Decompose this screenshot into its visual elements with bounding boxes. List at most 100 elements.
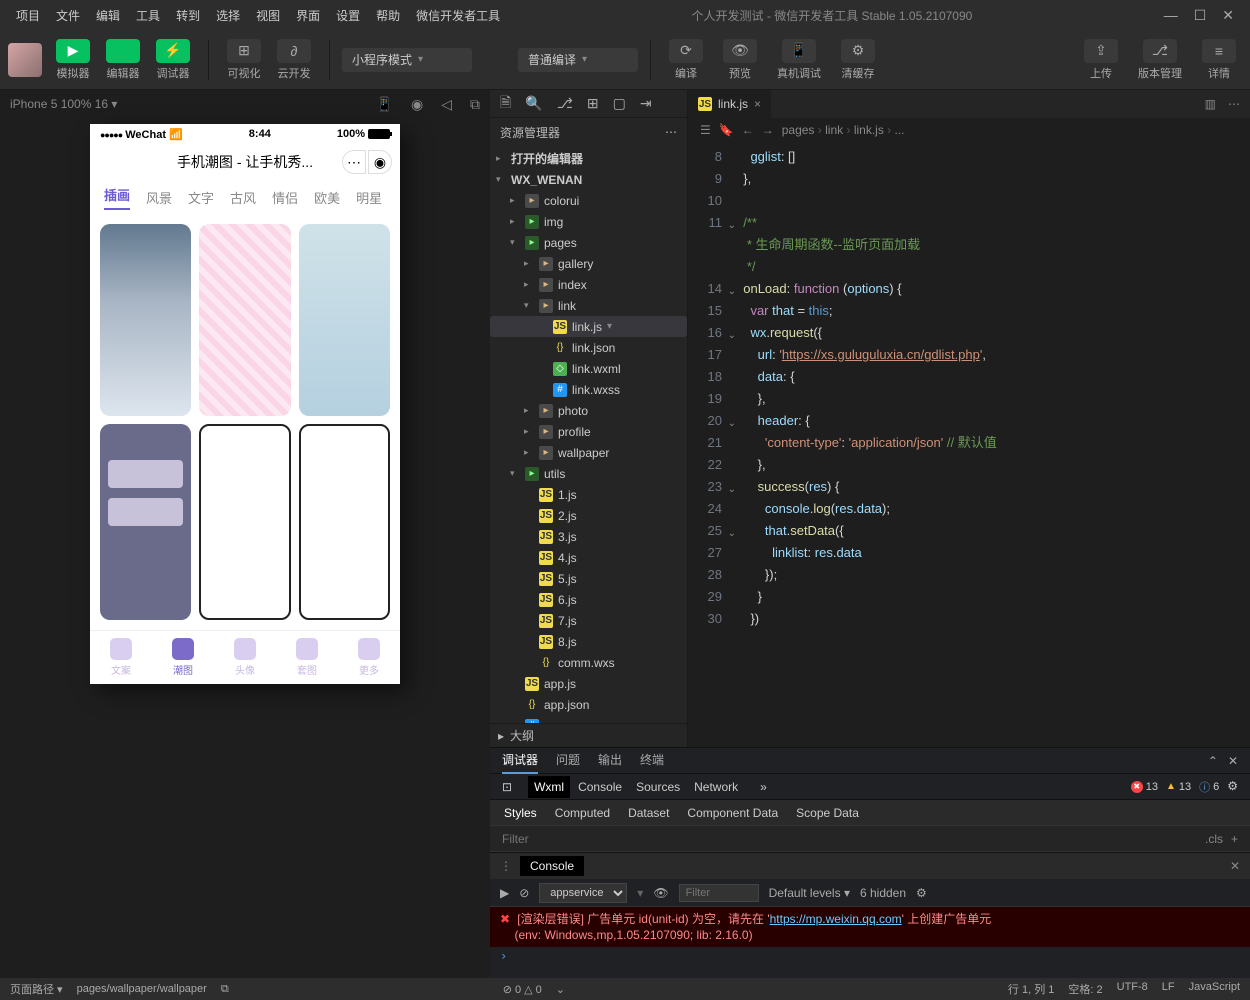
tree-node[interactable]: JSlink.js xyxy=(490,316,687,337)
tree-node[interactable]: #app.wxss xyxy=(490,715,687,723)
tree-node[interactable]: JSapp.js xyxy=(490,673,687,694)
status-item[interactable]: UTF-8 xyxy=(1117,981,1148,997)
error-link[interactable]: https://mp.weixin.qq.com xyxy=(770,912,902,926)
tree-node[interactable]: #link.wxss xyxy=(490,379,687,400)
inspector-tab[interactable]: Sources xyxy=(630,776,686,798)
tree-node[interactable]: {}app.json xyxy=(490,694,687,715)
files-icon[interactable]: 🗎 xyxy=(500,92,511,116)
toolbar-button[interactable]: 编辑器 xyxy=(100,37,146,83)
minimize-button[interactable]: — xyxy=(1164,7,1178,24)
close-panel-icon[interactable]: ✕ xyxy=(1228,754,1238,768)
tree-node[interactable]: ▸▸photo xyxy=(490,400,687,421)
tree-node[interactable]: JS6.js xyxy=(490,589,687,610)
collapse-icon[interactable]: ⌃ xyxy=(1208,754,1218,768)
wallpaper-tile[interactable] xyxy=(299,424,390,620)
devtools-tab[interactable]: 输出 xyxy=(598,747,622,774)
category-tab[interactable]: 插画 xyxy=(104,185,130,210)
styles-filter-input[interactable] xyxy=(502,832,1197,846)
devtools-tab[interactable]: 终端 xyxy=(640,747,664,774)
warn-badge[interactable]: 13 xyxy=(1166,779,1191,795)
wallpaper-tile[interactable] xyxy=(100,224,191,416)
tree-node[interactable]: JS3.js xyxy=(490,526,687,547)
menu-item[interactable]: 微信开发者工具 xyxy=(408,3,508,28)
context-select[interactable]: appservice xyxy=(539,883,627,903)
page-path[interactable]: pages/wallpaper/wallpaper xyxy=(77,983,207,995)
styles-tab[interactable]: Component Data xyxy=(687,806,778,820)
crumb-list-icon[interactable]: ☰ xyxy=(700,123,711,137)
close-tab-icon[interactable]: × xyxy=(754,97,761,111)
category-tab[interactable]: 情侣 xyxy=(272,188,298,207)
console-prompt[interactable]: › xyxy=(490,947,1250,965)
menu-item[interactable]: 界面 xyxy=(288,3,328,28)
status-item[interactable]: LF xyxy=(1162,981,1175,997)
more-tabs-icon[interactable]: » xyxy=(760,780,767,794)
device-icon[interactable]: 📱 xyxy=(376,96,393,113)
cls-toggle[interactable]: .cls xyxy=(1205,832,1223,846)
mode-select[interactable]: 小程序模式 xyxy=(342,48,472,72)
toolbar-button[interactable]: ⇪上传 xyxy=(1078,37,1124,83)
levels-select[interactable]: Default levels ▾ xyxy=(769,886,850,900)
styles-tab[interactable]: Dataset xyxy=(628,806,669,820)
styles-tab[interactable]: Scope Data xyxy=(796,806,859,820)
styles-tab[interactable]: Styles xyxy=(504,806,537,820)
tree-node[interactable]: JS4.js xyxy=(490,547,687,568)
wallpaper-tile[interactable] xyxy=(199,424,290,620)
split-icon[interactable]: ⊞ xyxy=(587,95,599,112)
wallpaper-tile[interactable] xyxy=(199,224,290,416)
toolbar-button[interactable]: 📱真机调试 xyxy=(771,37,827,83)
user-avatar[interactable] xyxy=(8,43,42,77)
scroll-down-icon[interactable]: ⌄ xyxy=(556,983,565,996)
error-badge[interactable]: 13 xyxy=(1131,779,1158,795)
status-item[interactable]: 空格: 2 xyxy=(1068,981,1102,997)
console-menu-icon[interactable]: ⋮ xyxy=(500,859,512,873)
category-tab[interactable]: 明星 xyxy=(356,188,382,207)
category-tab[interactable]: 古风 xyxy=(230,188,256,207)
copy-path-icon[interactable]: ⧉ xyxy=(221,983,229,996)
console-close-icon[interactable]: ✕ xyxy=(1230,859,1240,873)
toolbar-button[interactable]: ∂云开发 xyxy=(271,37,317,83)
capsule-menu-icon[interactable]: ⋯ xyxy=(342,150,366,174)
tree-node[interactable]: JS2.js xyxy=(490,505,687,526)
problems-count[interactable]: ⊘ 0 △ 0 xyxy=(503,983,542,996)
tree-node[interactable]: ◇link.wxml xyxy=(490,358,687,379)
image-grid[interactable] xyxy=(90,214,400,630)
branch-icon[interactable]: ⎇ xyxy=(557,95,573,112)
eye-icon[interactable]: 👁 xyxy=(653,886,668,900)
console-select-icon[interactable]: ▶ xyxy=(500,886,509,900)
devtools-tab[interactable]: 调试器 xyxy=(502,747,538,774)
capsule-close-icon[interactable]: ◉ xyxy=(368,150,392,174)
tree-node[interactable]: ▸▸gallery xyxy=(490,253,687,274)
nav-item[interactable]: 套图 xyxy=(296,638,318,677)
menu-item[interactable]: 编辑 xyxy=(88,3,128,28)
crumb-back-icon[interactable]: ← xyxy=(742,123,754,137)
devtools-tab[interactable]: 问题 xyxy=(556,747,580,774)
device-select[interactable]: iPhone 5 100% 16 ▾ xyxy=(10,97,117,111)
menu-item[interactable]: 选择 xyxy=(208,3,248,28)
toolbar-button[interactable]: ⊞可视化 xyxy=(221,37,267,83)
tree-node[interactable]: ▾▸utils xyxy=(490,463,687,484)
tree-node[interactable]: {}link.json xyxy=(490,337,687,358)
record-icon[interactable]: ◉ xyxy=(411,96,423,113)
toolbar-button[interactable]: ≡详情 xyxy=(1196,37,1242,83)
tree-node[interactable]: ▾▸link xyxy=(490,295,687,316)
settings-icon[interactable]: ⚙ xyxy=(1227,779,1238,795)
toolbar-button[interactable]: ⚡调试器 xyxy=(150,37,196,83)
nav-item[interactable]: 头像 xyxy=(234,638,256,677)
toolbar-button[interactable]: ⎇版本管理 xyxy=(1132,37,1188,83)
toolbar-button[interactable]: ⟳编译 xyxy=(663,37,709,83)
console-tab[interactable]: Console xyxy=(520,856,584,876)
copy-icon[interactable]: ⧉ xyxy=(470,96,480,113)
category-tab[interactable]: 欧美 xyxy=(314,188,340,207)
editor-more-icon[interactable]: ⋯ xyxy=(1228,97,1240,111)
toolbar-button[interactable]: ▶模拟器 xyxy=(50,37,96,83)
tree-node[interactable]: ▸▸profile xyxy=(490,421,687,442)
inspector-tab[interactable]: Network xyxy=(688,776,744,798)
box-icon[interactable]: ▢ xyxy=(613,95,626,112)
styles-tab[interactable]: Computed xyxy=(555,806,610,820)
hidden-count[interactable]: 6 hidden xyxy=(860,886,906,900)
tree-node[interactable]: JS1.js xyxy=(490,484,687,505)
menu-item[interactable]: 项目 xyxy=(8,3,48,28)
menu-item[interactable]: 文件 xyxy=(48,3,88,28)
more-icon[interactable]: ⇥ xyxy=(640,95,652,112)
tree-node[interactable]: ▸▸img xyxy=(490,211,687,232)
